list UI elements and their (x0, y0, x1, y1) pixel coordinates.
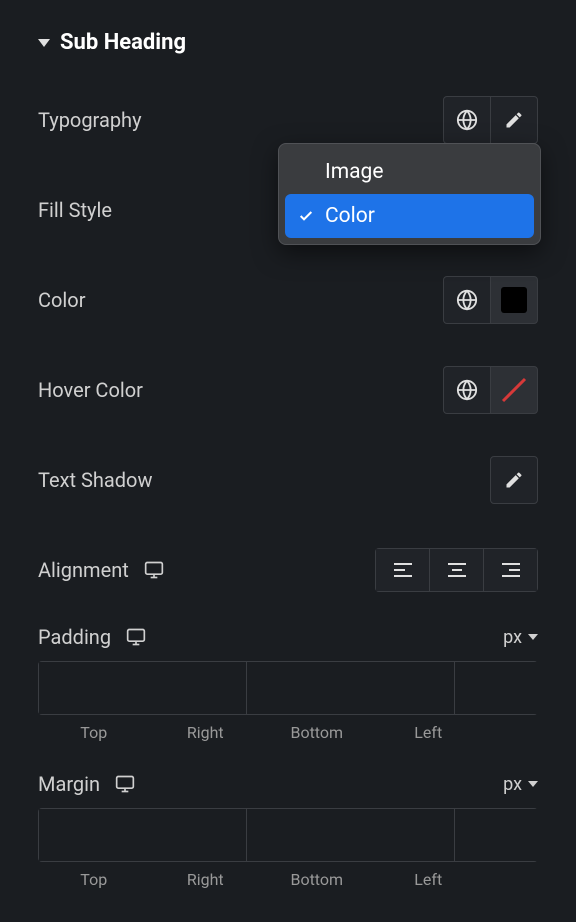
padding-inputs (38, 661, 538, 715)
padding-unit-value: px (503, 627, 522, 648)
color-controls (444, 276, 538, 324)
color-row: Color (38, 275, 538, 325)
hover-color-label: Hover Color (38, 378, 143, 402)
margin-unit-select[interactable]: px (503, 774, 538, 795)
padding-right-label: Right (150, 723, 262, 742)
align-left-button[interactable] (375, 548, 430, 592)
dropdown-option-label: Color (325, 204, 375, 228)
margin-right-label: Right (150, 870, 262, 889)
desktop-icon (143, 560, 165, 580)
globe-icon (456, 109, 478, 131)
dropdown-option-color[interactable]: Color (285, 194, 534, 238)
padding-left-label: Left (373, 723, 485, 742)
align-center-button[interactable] (429, 548, 484, 592)
padding-section: Padding px Top Right (38, 625, 538, 742)
dropdown-option-image[interactable]: Image (285, 150, 534, 194)
pencil-icon (504, 470, 524, 490)
globe-icon (456, 379, 478, 401)
margin-unit-value: px (503, 774, 522, 795)
color-global-button[interactable] (443, 276, 491, 324)
typography-edit-button[interactable] (490, 96, 538, 144)
padding-right-input[interactable] (246, 661, 455, 715)
alignment-row: Alignment (38, 545, 538, 595)
dropdown-option-label: Image (325, 160, 383, 184)
fill-style-label: Fill Style (38, 198, 112, 222)
margin-left-label: Left (373, 870, 485, 889)
hover-color-global-button[interactable] (443, 366, 491, 414)
section-header[interactable]: Sub Heading (38, 30, 538, 55)
padding-top-input[interactable] (38, 661, 247, 715)
pencil-icon (504, 110, 524, 130)
padding-responsive-button[interactable] (125, 627, 147, 647)
caret-down-icon (38, 39, 50, 47)
alignment-label: Alignment (38, 558, 129, 582)
margin-bottom-label: Bottom (261, 870, 373, 889)
hover-color-controls (444, 366, 538, 414)
chevron-down-icon (528, 781, 538, 787)
desktop-icon (125, 627, 147, 647)
section-title: Sub Heading (60, 30, 186, 55)
align-center-icon (447, 562, 467, 578)
check-icon (297, 208, 315, 224)
margin-label: Margin (38, 772, 100, 796)
fill-style-dropdown: Image Color (278, 143, 541, 245)
padding-bottom-input[interactable] (454, 661, 538, 715)
color-label: Color (38, 288, 85, 312)
typography-label: Typography (38, 108, 142, 132)
color-swatch[interactable] (490, 276, 538, 324)
responsive-device-button[interactable] (143, 560, 165, 580)
padding-top-label: Top (38, 723, 150, 742)
hover-color-row: Hover Color (38, 365, 538, 415)
desktop-icon (114, 774, 136, 794)
margin-inputs (38, 808, 538, 862)
no-color-icon (499, 375, 529, 405)
margin-responsive-button[interactable] (114, 774, 136, 794)
text-shadow-row: Text Shadow (38, 455, 538, 505)
text-shadow-edit-button[interactable] (490, 456, 538, 504)
padding-unit-select[interactable]: px (503, 627, 538, 648)
text-shadow-label: Text Shadow (38, 468, 152, 492)
padding-label: Padding (38, 625, 111, 649)
alignment-controls (375, 548, 538, 592)
typography-controls (444, 96, 538, 144)
margin-section: Margin px Top Right B (38, 772, 538, 889)
align-right-icon (501, 562, 521, 578)
typography-row: Typography (38, 95, 538, 145)
align-right-button[interactable] (483, 548, 538, 592)
typography-global-button[interactable] (443, 96, 491, 144)
align-left-icon (393, 562, 413, 578)
margin-top-label: Top (38, 870, 150, 889)
text-shadow-controls (490, 456, 538, 504)
margin-bottom-input[interactable] (454, 808, 538, 862)
globe-icon (456, 289, 478, 311)
hover-color-swatch[interactable] (490, 366, 538, 414)
margin-right-input[interactable] (246, 808, 455, 862)
padding-bottom-label: Bottom (261, 723, 373, 742)
chevron-down-icon (528, 634, 538, 640)
margin-top-input[interactable] (38, 808, 247, 862)
color-swatch-preview (501, 287, 527, 313)
